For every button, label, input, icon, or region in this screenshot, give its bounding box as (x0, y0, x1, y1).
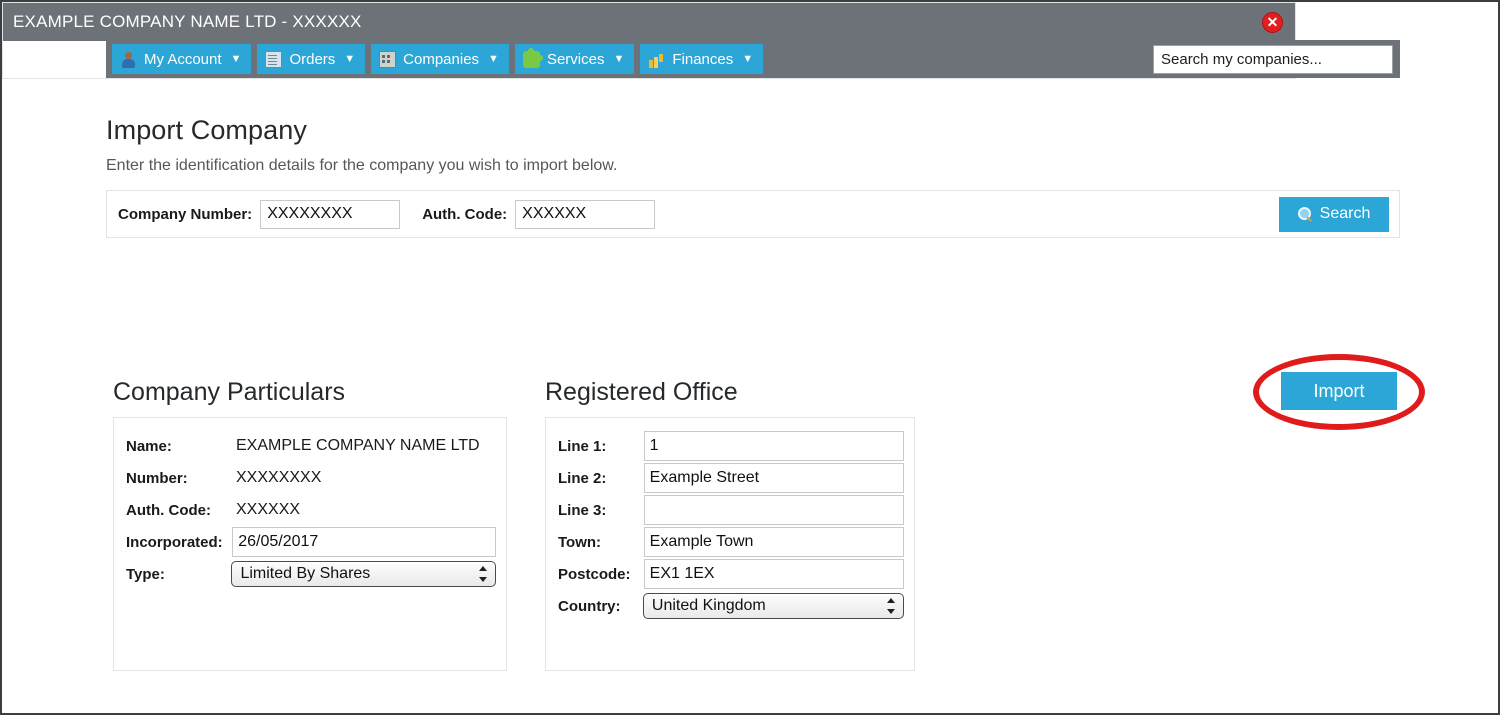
company-particulars-panel: Name: EXAMPLE COMPANY NAME LTD Number: X… (113, 417, 507, 671)
building-icon (379, 50, 397, 68)
global-search-input[interactable] (1153, 44, 1393, 74)
import-button-label: Import (1313, 380, 1365, 401)
page-title: Import Company (106, 115, 307, 145)
nav-item-finances[interactable]: Finances ▼ (640, 44, 764, 74)
chevron-down-icon: ▼ (344, 52, 356, 65)
address-line1-input[interactable] (643, 431, 904, 461)
company-particulars-heading: Company Particulars (113, 378, 346, 406)
number-label: Number: (126, 469, 188, 487)
office-row-postcode: Postcode: (558, 558, 904, 590)
nav-item-orders-label: Orders (289, 50, 336, 68)
chevron-down-icon: ▼ (742, 52, 754, 65)
address-line3-input[interactable] (643, 495, 904, 525)
stepper-arrows-icon (887, 597, 896, 615)
nav-item-orders[interactable]: Orders ▼ (257, 44, 366, 74)
company-type-selected-value: Limited By Shares (240, 565, 371, 582)
avatar-icon (120, 50, 137, 68)
stepper-arrows-icon (479, 565, 488, 583)
bar-chart-coins-icon (648, 51, 665, 68)
search-icon (1297, 207, 1312, 221)
particulars-row-auth-code: Auth. Code: XXXXXX (126, 494, 496, 526)
close-icon[interactable]: ✕ (1262, 11, 1283, 33)
import-button[interactable]: Import (1281, 372, 1397, 410)
top-navigation-bar: My Account ▼ Orders ▼ Companies ▼ Servic… (106, 40, 1400, 78)
particulars-row-number: Number: XXXXXXXX (126, 462, 496, 494)
app-screenshot: My Account ▼ Orders ▼ Companies ▼ Servic… (0, 0, 1500, 715)
auth-code-readonly-value: XXXXXX (236, 501, 301, 518)
document-icon (265, 50, 283, 68)
town-label: Town: (558, 533, 602, 551)
address-line3-label: Line 3: (558, 501, 607, 519)
particulars-row-name: Name: EXAMPLE COMPANY NAME LTD (126, 430, 496, 462)
country-label: Country: (558, 597, 621, 615)
page-subtitle: Enter the identification details for the… (106, 157, 618, 174)
registered-office-heading: Registered Office (545, 378, 738, 406)
country-selected-value: United Kingdom (651, 597, 766, 614)
nav-menu: My Account ▼ Orders ▼ Companies ▼ Servic… (106, 40, 769, 78)
chevron-down-icon: ▼ (613, 52, 625, 65)
nav-item-companies[interactable]: Companies ▼ (371, 44, 509, 74)
chevron-down-icon: ▼ (488, 52, 499, 65)
company-type-label: Type: (126, 565, 165, 583)
company-number-input[interactable] (260, 199, 401, 229)
address-line2-input[interactable] (643, 463, 904, 493)
nav-item-services-label: Services (546, 50, 605, 68)
name-value: EXAMPLE COMPANY NAME LTD (236, 437, 480, 454)
incorporated-label: Incorporated: (126, 533, 223, 551)
company-type-select[interactable]: Limited By Shares (231, 561, 496, 587)
office-row-line2: Line 2: (558, 462, 904, 494)
office-row-town: Town: (558, 526, 904, 558)
incorporated-date-input[interactable] (232, 527, 496, 557)
search-button-label: Search (1319, 205, 1371, 222)
postcode-label: Postcode: (558, 565, 631, 583)
company-result-title: EXAMPLE COMPANY NAME LTD - XXXXXX (13, 12, 362, 31)
auth-code-label: Auth. Code: (422, 205, 508, 223)
number-value: XXXXXXXX (236, 469, 322, 486)
auth-code-input[interactable] (515, 199, 656, 229)
company-lookup-panel: Company Number: Auth. Code: Search (106, 190, 1400, 238)
country-select[interactable]: United Kingdom (642, 593, 904, 619)
company-number-label: Company Number: (118, 205, 253, 223)
particulars-row-incorporated: Incorporated: (126, 526, 496, 558)
company-result-header: EXAMPLE COMPANY NAME LTD - XXXXXX ✕ (3, 3, 1295, 41)
chevron-down-icon: ▼ (230, 52, 242, 65)
registered-office-panel: Line 1: Line 2: Line 3: Town: Postcode: … (545, 417, 915, 671)
address-line1-label: Line 1: (558, 437, 607, 455)
town-input[interactable] (643, 527, 904, 557)
nav-item-finances-label: Finances (672, 50, 734, 68)
puzzle-piece-icon (522, 47, 543, 68)
nav-item-my-account-label: My Account (144, 50, 222, 68)
postcode-input[interactable] (643, 559, 904, 589)
nav-item-my-account[interactable]: My Account ▼ (112, 44, 252, 74)
particulars-row-type: Type: Limited By Shares (126, 558, 496, 590)
search-button[interactable]: Search (1279, 196, 1389, 232)
nav-item-services[interactable]: Services ▼ (514, 44, 635, 74)
nav-item-companies-label: Companies (403, 50, 480, 68)
name-label: Name: (126, 437, 172, 455)
office-row-line3: Line 3: (558, 494, 904, 526)
office-row-line1: Line 1: (558, 430, 904, 462)
auth-code-readonly-label: Auth. Code: (126, 501, 211, 519)
global-search-wrapper (1153, 44, 1400, 74)
address-line2-label: Line 2: (558, 469, 607, 487)
office-row-country: Country: United Kingdom (558, 590, 904, 622)
